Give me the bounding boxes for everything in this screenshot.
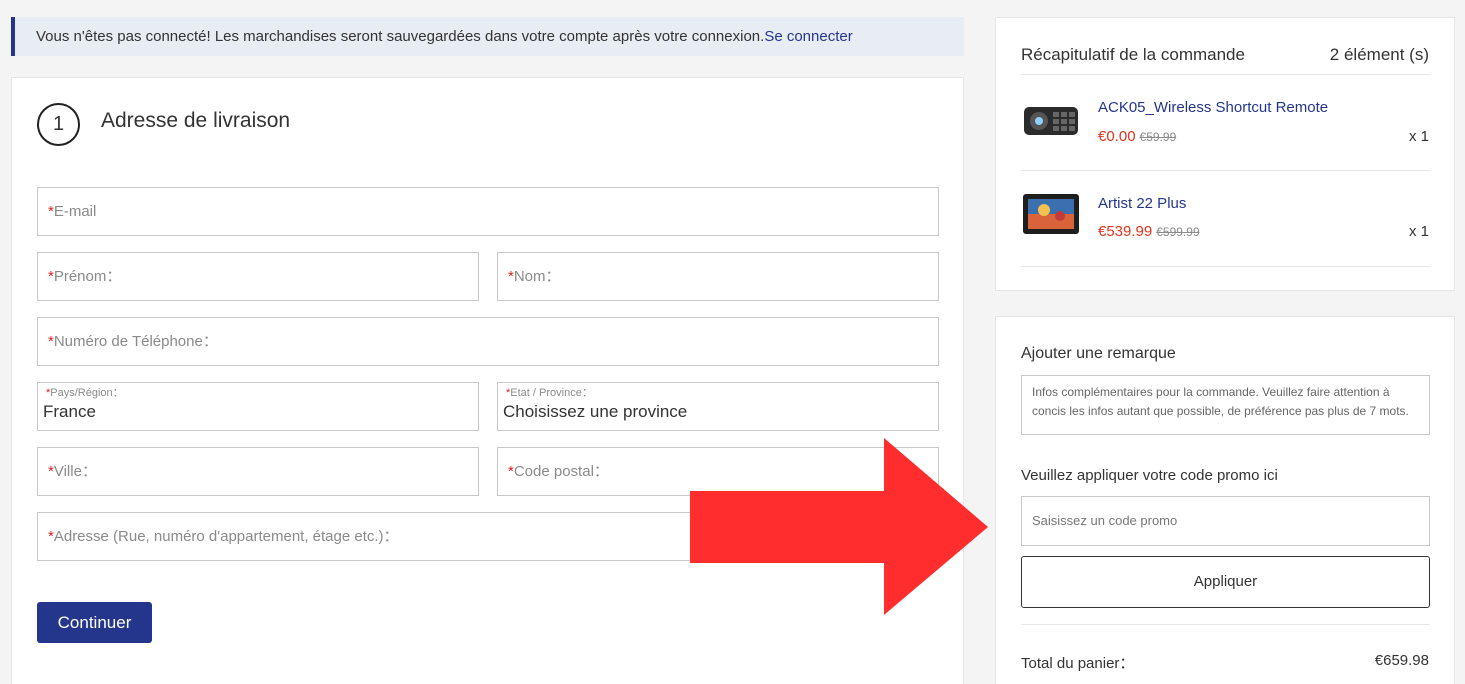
divider — [1021, 74, 1430, 75]
item-name[interactable]: Artist 22 Plus — [1098, 195, 1186, 212]
firstname-placeholder: Prénom： — [53, 268, 122, 285]
address-placeholder: Adresse (Rue, numéro d'appartement, étag… — [53, 528, 399, 545]
summary-title: Récapitulatif de la commande — [1021, 45, 1245, 64]
remark-textarea[interactable]: Infos complémentaires pour la commande. … — [1021, 375, 1430, 435]
country-label: *Pays/Région： — [46, 386, 124, 400]
item-old-price: €59.99 — [1139, 130, 1177, 144]
firstname-field[interactable]: *Prénom： — [37, 252, 479, 301]
shipping-title: Adresse de livraison — [101, 109, 291, 132]
step-number: 1 — [37, 103, 80, 146]
lastname-field[interactable]: *Nom： — [497, 252, 939, 301]
city-placeholder: Ville： — [53, 463, 97, 480]
order-summary: Récapitulatif de la commande 2 élément (… — [995, 17, 1455, 291]
country-value: France — [43, 402, 96, 421]
remark-title: Ajouter une remarque — [1021, 345, 1176, 362]
item-name[interactable]: ACK05_Wireless Shortcut Remote — [1098, 99, 1328, 116]
remark-panel: Ajouter une remarque Infos complémentair… — [995, 316, 1455, 684]
province-label: *Etat / Province： — [506, 386, 593, 400]
divider — [1021, 266, 1430, 267]
summary-count: 2 élément (s) — [1329, 45, 1429, 64]
city-field[interactable]: *Ville： — [37, 447, 479, 496]
country-select[interactable]: *Pays/Région： France — [37, 382, 479, 431]
remote-product-image[interactable] — [1022, 93, 1080, 141]
login-notice: Vous n'êtes pas connecté! Les marchandis… — [11, 17, 964, 56]
cart-total-label: Total du panier： — [1021, 655, 1135, 672]
login-link[interactable]: Se connecter — [764, 28, 852, 45]
item-price: €0.00 €59.99 — [1098, 128, 1176, 145]
cart-total-value: €659.98 — [1374, 652, 1429, 669]
province-select[interactable]: *Etat / Province： Choisissez une provinc… — [497, 382, 939, 431]
login-notice-text: Vous n'êtes pas connecté! Les marchandis… — [36, 28, 765, 45]
postal-placeholder: Code postal： — [513, 463, 609, 480]
phone-placeholder: Numéro de Téléphone： — [53, 333, 218, 350]
display-product-image[interactable] — [1022, 188, 1080, 236]
email-field[interactable]: *E-mail — [37, 187, 939, 236]
item-old-price: €599.99 — [1156, 225, 1200, 239]
item-price: €539.99 €599.99 — [1098, 223, 1200, 240]
promo-title: Veuillez appliquer votre code promo ici — [1021, 467, 1278, 484]
province-label-text: Etat / Province： — [510, 387, 593, 399]
divider — [1021, 624, 1430, 625]
item-quantity: x 1 — [1408, 128, 1429, 145]
item-current-price: €0.00 — [1098, 128, 1136, 145]
item-quantity: x 1 — [1408, 223, 1429, 240]
phone-field[interactable]: *Numéro de Téléphone： — [37, 317, 939, 366]
province-value: Choisissez une province — [503, 402, 688, 421]
email-placeholder: E-mail — [53, 203, 97, 220]
red-arrow-annotation — [690, 438, 988, 615]
promo-code-input[interactable]: Saisissez un code promo — [1021, 496, 1430, 546]
item-current-price: €539.99 — [1098, 223, 1153, 240]
lastname-placeholder: Nom： — [513, 268, 561, 285]
apply-promo-button[interactable]: Appliquer — [1021, 556, 1430, 608]
continue-button[interactable]: Continuer — [37, 602, 152, 643]
country-label-text: Pays/Région： — [50, 387, 124, 399]
divider — [1021, 170, 1430, 171]
